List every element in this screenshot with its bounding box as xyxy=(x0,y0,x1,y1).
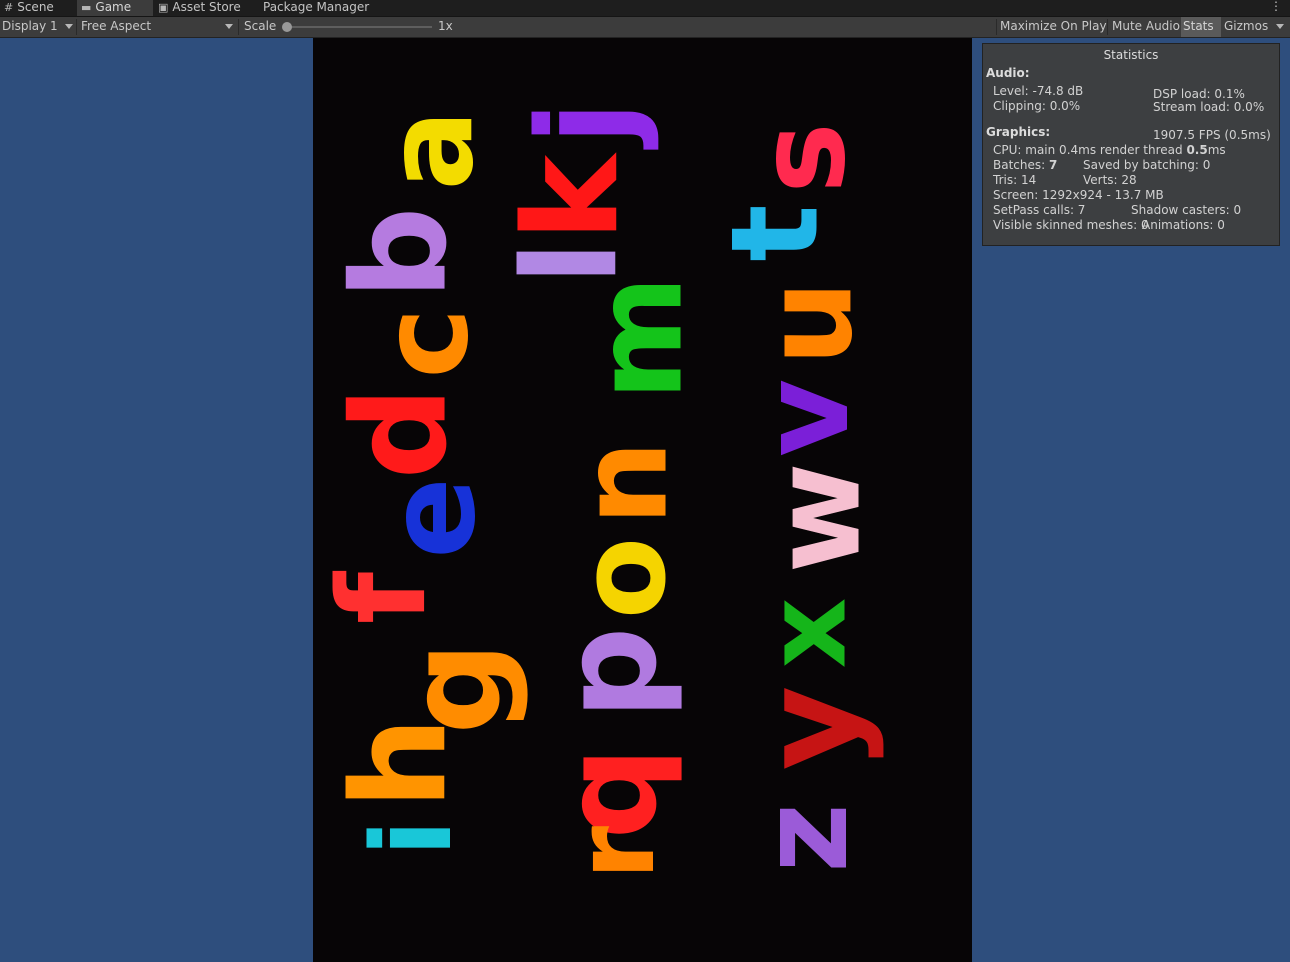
batches-value: 7 xyxy=(1049,158,1058,172)
scale-label: Scale xyxy=(244,19,277,33)
gamepad-icon: ▬ xyxy=(81,1,92,14)
statistics-panel: Statistics Audio: Level: -74.8 dB DSP lo… xyxy=(982,43,1280,246)
felt-letter-m: m xyxy=(570,275,710,401)
felt-letter-o: o xyxy=(554,536,694,620)
cpu-timing: CPU: main 0.4ms render thread 0.5ms xyxy=(993,143,1226,157)
game-view-render[interactable]: a b c d e f g h i j k l m n o p q r s t … xyxy=(313,38,972,962)
felt-letter-d: d xyxy=(323,386,476,480)
felt-letter-k: k xyxy=(495,154,648,242)
gizmos-button[interactable]: Gizmos xyxy=(1222,17,1270,37)
mute-audio-button[interactable]: Mute Audio xyxy=(1110,17,1182,37)
felt-letter-n: n xyxy=(555,440,695,526)
scale-slider-track[interactable] xyxy=(287,26,432,28)
aspect-dropdown[interactable]: Free Aspect xyxy=(81,17,231,37)
dsp-load: DSP load: 0.1% xyxy=(1153,87,1245,101)
tab-game[interactable]: ▬ Game xyxy=(77,0,153,16)
vertex-count: Verts: 28 xyxy=(1083,173,1137,187)
maximize-on-play-button[interactable]: Maximize On Play xyxy=(998,17,1109,37)
tab-package-manager-label: Package Manager xyxy=(263,0,370,14)
tab-package-manager[interactable]: Package Manager xyxy=(263,0,373,16)
cpu-timing-prefix: CPU: main 0.4ms render thread xyxy=(993,143,1187,157)
audio-level: Level: -74.8 dB xyxy=(993,84,1084,98)
felt-letter-t: t xyxy=(706,204,846,262)
felt-letter-j: j xyxy=(509,100,662,146)
setpass-calls: SetPass calls: 7 xyxy=(993,203,1086,217)
game-toolbar: Display 1 Free Aspect Scale 1x Maximize … xyxy=(0,17,1290,38)
batches-label: Batches: xyxy=(993,158,1049,172)
scale-value: 1x xyxy=(438,19,453,33)
felt-letter-y: y xyxy=(734,685,887,771)
tab-scene-label: Scene xyxy=(17,0,54,14)
scale-slider-handle[interactable] xyxy=(282,22,292,32)
felt-letter-b: b xyxy=(323,206,476,300)
visible-skinned-meshes: Visible skinned meshes: 0 xyxy=(993,218,1149,232)
audio-heading: Audio: xyxy=(986,66,1030,80)
tab-asset-store[interactable]: ▣ Asset Store xyxy=(158,0,248,16)
stream-load: Stream load: 0.0% xyxy=(1153,100,1265,114)
chevron-down-icon xyxy=(65,24,73,29)
felt-letter-z: z xyxy=(735,803,875,873)
audio-clipping: Clipping: 0.0% xyxy=(993,99,1081,113)
hash-icon: # xyxy=(4,1,14,14)
toolbar-divider xyxy=(996,19,997,35)
shadow-casters: Shadow casters: 0 xyxy=(1131,203,1242,217)
animations-count: Animations: 0 xyxy=(1142,218,1225,232)
bag-icon: ▣ xyxy=(158,1,169,14)
more-options-icon[interactable]: ⋮ xyxy=(1270,0,1282,13)
chevron-down-icon xyxy=(225,24,233,29)
tab-asset-store-label: Asset Store xyxy=(172,0,241,14)
statistics-title: Statistics xyxy=(1103,48,1159,62)
stats-button[interactable]: Stats xyxy=(1181,17,1221,37)
saved-by-batching: Saved by batching: 0 xyxy=(1083,158,1211,172)
display-dropdown[interactable]: Display 1 xyxy=(2,17,58,37)
felt-letter-w: w xyxy=(748,462,888,574)
triangle-count: Tris: 14 xyxy=(993,173,1037,187)
tab-game-label: Game xyxy=(95,0,132,14)
toolbar-divider xyxy=(1107,19,1108,35)
felt-letter-v: v xyxy=(737,378,877,458)
toolbar-divider xyxy=(238,19,239,35)
batches: Batches: 7 xyxy=(993,158,1057,172)
aspect-dropdown-label: Free Aspect xyxy=(81,19,152,33)
felt-letter-p: p xyxy=(533,626,686,720)
toolbar-divider xyxy=(76,19,77,35)
window-tab-bar: # Scene ▬ Game ▣ Asset Store Package Manage… xyxy=(0,0,1290,17)
display-dropdown-label: Display 1 xyxy=(2,19,58,33)
felt-letter-e: e xyxy=(363,477,503,559)
felt-letter-f: f xyxy=(314,571,454,625)
felt-letter-x: x xyxy=(742,597,871,669)
fps-readout: 1907.5 FPS (0.5ms) xyxy=(1153,128,1271,142)
render-thread-value: 0.5 xyxy=(1186,143,1208,157)
felt-letter-a: a xyxy=(361,109,501,191)
screen-info: Screen: 1292x924 - 13.7 MB xyxy=(993,188,1164,202)
cpu-timing-unit: ms xyxy=(1207,143,1226,157)
felt-letter-i: i xyxy=(347,819,476,857)
felt-letter-h: h xyxy=(323,716,476,810)
felt-letter-u: u xyxy=(740,280,880,366)
graphics-heading: Graphics: xyxy=(986,125,1051,139)
chevron-down-icon[interactable] xyxy=(1276,24,1284,29)
tab-scene[interactable]: # Scene xyxy=(4,0,72,16)
felt-letter-s: s xyxy=(733,122,873,194)
felt-letter-r: r xyxy=(551,825,680,881)
felt-letter-c: c xyxy=(356,307,496,379)
